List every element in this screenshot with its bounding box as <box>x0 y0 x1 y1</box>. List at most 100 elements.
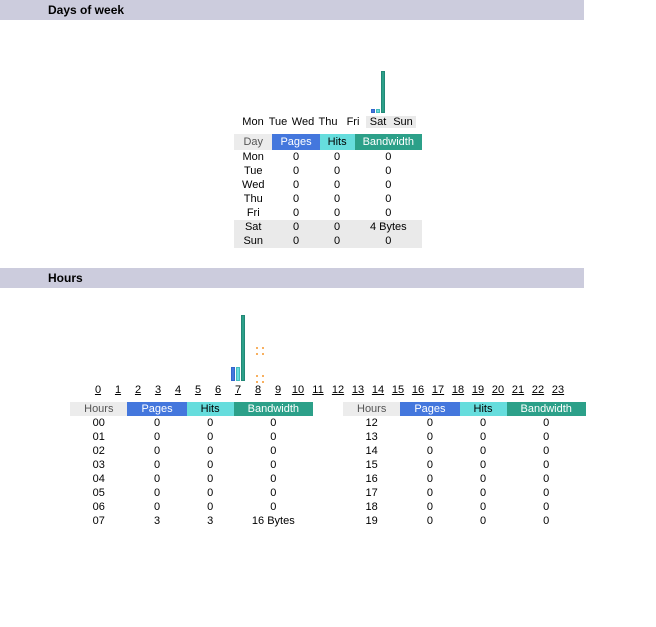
col-day: Day <box>234 134 272 150</box>
table-row: 15000 <box>343 458 586 472</box>
hours-bar-label[interactable]: 8 <box>248 384 268 396</box>
hours-bar-label[interactable]: 19 <box>468 384 488 396</box>
cell-bw: 0 <box>507 500 586 514</box>
cell-pages: 0 <box>400 500 459 514</box>
days-bar-label: Wed <box>291 116 316 128</box>
col-hits-l: Hits <box>187 402 234 416</box>
cell-bw: 0 <box>507 444 586 458</box>
days-bar-label: Mon <box>241 116 266 128</box>
cell-day: Thu <box>234 192 272 206</box>
hours-bar-label[interactable]: 0 <box>88 384 108 396</box>
table-row: 06000 <box>70 500 313 514</box>
cell-pages: 0 <box>127 500 186 514</box>
hours-bar-label[interactable]: 20 <box>488 384 508 396</box>
cell-bw: 0 <box>355 206 422 220</box>
cell-hours: 19 <box>343 514 400 528</box>
hours-bar-label[interactable]: 16 <box>408 384 428 396</box>
col-hours-l: Hours <box>70 402 127 416</box>
hours-bar-label[interactable]: 17 <box>428 384 448 396</box>
hours-bar-label[interactable]: 5 <box>188 384 208 396</box>
hours-bar-label[interactable]: 12 <box>328 384 348 396</box>
table-row: Wed000 <box>234 178 422 192</box>
cell-bw: 0 <box>234 486 313 500</box>
cell-pages: 0 <box>127 430 186 444</box>
avg-marker-icon <box>252 341 264 381</box>
cell-day: Tue <box>234 164 272 178</box>
cell-bw: 0 <box>355 192 422 206</box>
cell-day: Fri <box>234 206 272 220</box>
cell-pages: 0 <box>272 178 319 192</box>
cell-hits: 3 <box>187 514 234 528</box>
days-section-header: Days of week <box>0 0 656 21</box>
cell-pages: 0 <box>400 444 459 458</box>
hours-bar-label[interactable]: 18 <box>448 384 468 396</box>
cell-pages: 3 <box>127 514 186 528</box>
cell-day: Wed <box>234 178 272 192</box>
cell-bw: 0 <box>234 430 313 444</box>
cell-bw: 0 <box>507 430 586 444</box>
cell-pages: 0 <box>272 150 319 164</box>
col-bw-r: Bandwidth <box>507 402 586 416</box>
cell-hits: 0 <box>187 500 234 514</box>
hours-bar-label[interactable]: 6 <box>208 384 228 396</box>
hours-table-left: Hours Pages Hits Bandwidth 0000001000020… <box>70 402 313 528</box>
cell-hours: 04 <box>70 472 127 486</box>
cell-bw: 16 Bytes <box>234 514 313 528</box>
cell-hours: 06 <box>70 500 127 514</box>
cell-hours: 12 <box>343 416 400 430</box>
table-row: 19000 <box>343 514 586 528</box>
cell-hits: 0 <box>460 500 507 514</box>
cell-bw: 0 <box>355 164 422 178</box>
cell-hours: 13 <box>343 430 400 444</box>
hours-bar-label[interactable]: 23 <box>548 384 568 396</box>
cell-hours: 07 <box>70 514 127 528</box>
cell-bw: 0 <box>234 444 313 458</box>
table-row: 18000 <box>343 500 586 514</box>
hours-bar-label[interactable]: 10 <box>288 384 308 396</box>
cell-pages: 0 <box>272 220 319 234</box>
hours-bar-label[interactable]: 3 <box>148 384 168 396</box>
cell-hits: 0 <box>187 430 234 444</box>
hours-bar-label[interactable]: 14 <box>368 384 388 396</box>
hours-bar-label[interactable]: 1 <box>108 384 128 396</box>
col-pages: Pages <box>272 134 319 150</box>
table-row: 01000 <box>70 430 313 444</box>
cell-pages: 0 <box>127 472 186 486</box>
cell-pages: 0 <box>272 192 319 206</box>
cell-hours: 18 <box>343 500 400 514</box>
days-chart: MonTueWedThuFriSatSun <box>0 25 656 130</box>
hours-bar-label[interactable]: 15 <box>388 384 408 396</box>
cell-day: Mon <box>234 150 272 164</box>
table-row: 073316 Bytes <box>70 514 313 528</box>
cell-hits: 0 <box>187 486 234 500</box>
days-table: Day Pages Hits Bandwidth Mon000Tue000Wed… <box>234 134 422 248</box>
hours-bar-label[interactable]: 4 <box>168 384 188 396</box>
hours-bar-label[interactable]: 9 <box>268 384 288 396</box>
cell-bw: 0 <box>355 178 422 192</box>
hours-bar-slot <box>228 315 248 381</box>
cell-pages: 0 <box>127 486 186 500</box>
hours-bar-label[interactable]: 13 <box>348 384 368 396</box>
cell-pages: 0 <box>127 444 186 458</box>
hours-bar-label[interactable]: 21 <box>508 384 528 396</box>
table-row: Fri000 <box>234 206 422 220</box>
table-row: Sun000 <box>234 234 422 248</box>
days-bar-label: Sun <box>391 116 416 128</box>
cell-pages: 0 <box>272 234 319 248</box>
hours-bar-label[interactable]: 2 <box>128 384 148 396</box>
table-row: 17000 <box>343 486 586 500</box>
cell-hits: 0 <box>460 472 507 486</box>
table-row: Thu000 <box>234 192 422 206</box>
cell-pages: 0 <box>400 486 459 500</box>
cell-hits: 0 <box>320 220 355 234</box>
col-pages-l: Pages <box>127 402 186 416</box>
hours-bar-label[interactable]: 22 <box>528 384 548 396</box>
hours-bar-label[interactable]: 11 <box>308 384 328 396</box>
cell-pages: 0 <box>400 472 459 486</box>
days-bar-slot <box>366 71 391 113</box>
table-row: 00000 <box>70 416 313 430</box>
table-row: 13000 <box>343 430 586 444</box>
hours-bar-label[interactable]: 7 <box>228 384 248 396</box>
cell-hits: 0 <box>460 486 507 500</box>
cell-hours: 03 <box>70 458 127 472</box>
